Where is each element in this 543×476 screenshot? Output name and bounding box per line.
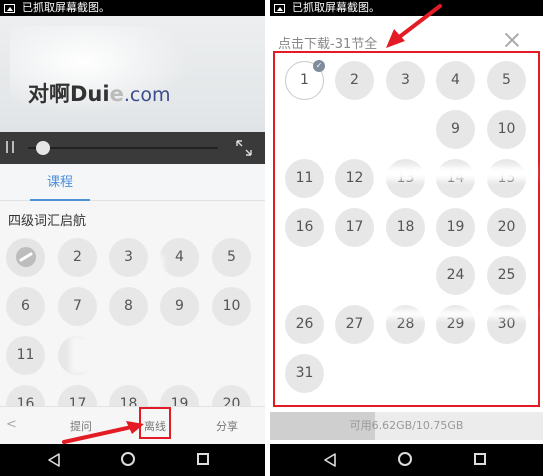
nav-home-icon[interactable] bbox=[398, 452, 412, 466]
screenshot-icon bbox=[274, 3, 285, 13]
tab-bar: 课程 bbox=[0, 164, 265, 201]
playing-icon bbox=[15, 247, 36, 267]
chevron-left-icon[interactable]: < bbox=[6, 417, 17, 432]
tab-course[interactable]: 课程 bbox=[30, 164, 90, 201]
lesson-item[interactable]: 9 bbox=[436, 110, 475, 149]
lesson-item[interactable]: 3 bbox=[386, 61, 425, 100]
lesson-item[interactable]: 6 bbox=[6, 287, 45, 326]
status-text: 已抓取屏幕截图。 bbox=[292, 1, 380, 14]
system-nav-bar bbox=[270, 444, 543, 476]
storage-text: 可用6.62GB/10.75GB bbox=[349, 419, 464, 432]
lesson-item[interactable]: 26 bbox=[285, 305, 324, 344]
lesson-item[interactable]: 2 bbox=[335, 61, 374, 100]
share-button[interactable]: 分享 bbox=[216, 418, 238, 434]
lesson-current[interactable] bbox=[6, 238, 45, 277]
lesson-item[interactable]: 9 bbox=[160, 287, 199, 326]
video-controls bbox=[0, 132, 265, 164]
lesson-item[interactable]: 8 bbox=[109, 287, 148, 326]
lesson-item[interactable]: 27 bbox=[335, 305, 374, 344]
pointer-arrow-icon bbox=[386, 4, 442, 48]
seek-bar[interactable] bbox=[28, 147, 218, 149]
close-icon[interactable] bbox=[505, 33, 519, 47]
check-badge-icon: ✓ bbox=[313, 60, 325, 72]
lesson-item[interactable]: 5 bbox=[487, 61, 526, 100]
nav-home-icon[interactable] bbox=[121, 452, 135, 466]
status-text: 已抓取屏幕截图。 bbox=[22, 1, 110, 14]
lesson-item[interactable]: 18 bbox=[386, 208, 425, 247]
system-nav-bar bbox=[0, 444, 265, 476]
status-bar: 已抓取屏幕截图。 bbox=[0, 0, 265, 16]
pause-icon[interactable] bbox=[6, 141, 14, 153]
right-screen: 已抓取屏幕截图。 点击下载-31节全 1 ✓ 2 3 4 5 9 10 11 1… bbox=[270, 0, 543, 476]
course-title: 四级词汇启航 bbox=[8, 214, 87, 229]
lesson-item[interactable]: 11 bbox=[285, 159, 324, 198]
lesson-item[interactable]: 16 bbox=[285, 208, 324, 247]
lesson-item[interactable]: 7 bbox=[58, 287, 97, 326]
lesson-item[interactable]: 11 bbox=[6, 336, 45, 375]
seek-thumb[interactable] bbox=[36, 141, 51, 155]
lesson-item[interactable]: 24 bbox=[436, 256, 475, 295]
left-screen: 已抓取屏幕截图。 对啊Duie.com 课程 四级词汇启航 2 3 4 5 6 … bbox=[0, 0, 265, 476]
lesson-item[interactable]: 20 bbox=[487, 208, 526, 247]
brand-logo: 对啊Duie.com bbox=[28, 82, 171, 106]
nav-back-icon[interactable] bbox=[322, 452, 338, 468]
nav-recent-icon[interactable] bbox=[197, 453, 209, 465]
screenshot-icon bbox=[4, 3, 15, 13]
lesson-item[interactable]: 10 bbox=[487, 110, 526, 149]
lesson-item[interactable]: 12 bbox=[335, 159, 374, 198]
lesson-item[interactable]: 4 bbox=[436, 61, 475, 100]
download-panel-title: 点击下载-31节全 bbox=[278, 37, 378, 52]
lesson-item[interactable]: 4 bbox=[160, 238, 199, 277]
lesson-item[interactable]: 2 bbox=[58, 238, 97, 277]
nav-back-icon[interactable] bbox=[46, 452, 62, 468]
lesson-item[interactable]: 10 bbox=[212, 287, 251, 326]
lesson-item[interactable]: 31 bbox=[285, 354, 324, 393]
nav-recent-icon[interactable] bbox=[474, 453, 486, 465]
lesson-item[interactable]: 25 bbox=[487, 256, 526, 295]
lesson-item[interactable]: 3 bbox=[109, 238, 148, 277]
lesson-item[interactable]: 19 bbox=[436, 208, 475, 247]
lesson-item[interactable]: 5 bbox=[212, 238, 251, 277]
lesson-item[interactable]: 17 bbox=[335, 208, 374, 247]
fullscreen-icon[interactable] bbox=[236, 140, 252, 156]
